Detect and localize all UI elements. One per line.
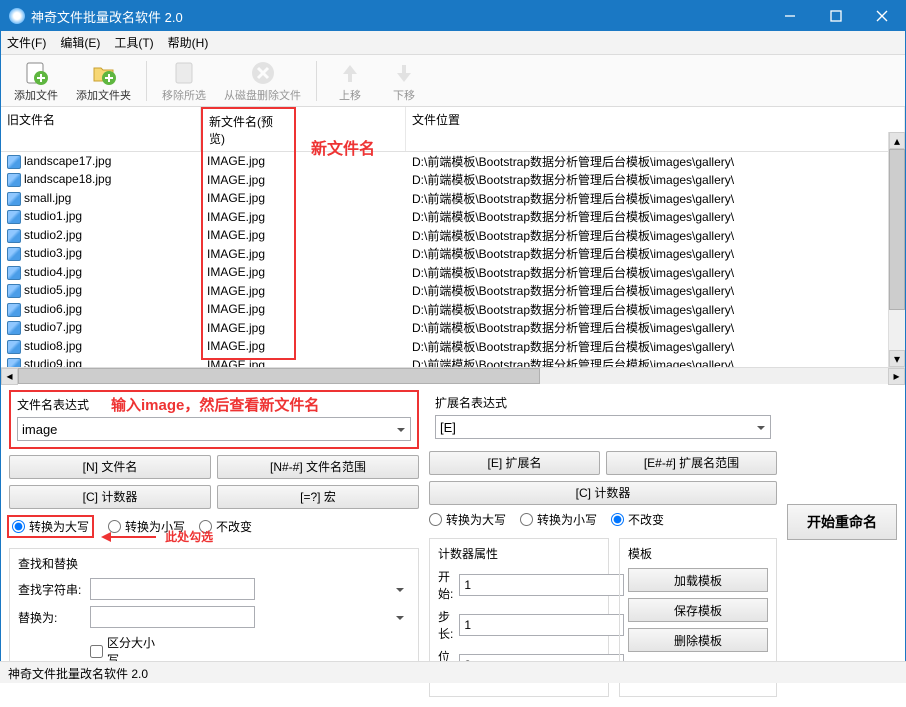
grid-body[interactable]: landscape17.jpgIMAGE.jpgD:\前端模板\Bootstra…: [1, 152, 905, 367]
table-row[interactable]: landscape17.jpgIMAGE.jpgD:\前端模板\Bootstra…: [1, 152, 888, 171]
titlebar: 神奇文件批量改名软件 2.0: [1, 1, 905, 31]
delete-icon: [249, 59, 277, 87]
up-icon: [336, 59, 364, 87]
remove-icon: [170, 59, 198, 87]
scroll-right-arrow[interactable]: ▸: [888, 368, 905, 385]
menubar: 文件(F) 编辑(E) 工具(T) 帮助(H): [1, 31, 905, 55]
btn-n-range[interactable]: [N#-#] 文件名范围: [217, 455, 419, 479]
grid-header: 旧文件名 新文件名(预览) 文件位置: [1, 107, 905, 152]
toolbar: 添加文件 添加文件夹 移除所选 从磁盘删除文件 上移 下移: [1, 55, 905, 107]
col-location[interactable]: 文件位置: [406, 107, 905, 151]
ext-radio-upper[interactable]: 转换为大写: [429, 511, 506, 528]
statusbar: 神奇文件批量改名软件 2.0: [0, 661, 906, 683]
remove-selected-button[interactable]: 移除所选: [155, 56, 213, 106]
find-input[interactable]: [90, 578, 255, 600]
col-annotation: [296, 107, 406, 151]
menu-edit[interactable]: 编辑(E): [60, 34, 100, 51]
app-icon: [9, 8, 25, 24]
table-row[interactable]: studio2.jpgIMAGE.jpgD:\前端模板\Bootstrap数据分…: [1, 226, 888, 245]
close-button[interactable]: [859, 1, 905, 31]
menu-tools[interactable]: 工具(T): [114, 34, 153, 51]
counter-start-input[interactable]: [459, 574, 624, 596]
col-new-name[interactable]: 新文件名(预览): [201, 107, 296, 151]
add-folder-label: 添加文件夹: [76, 87, 131, 103]
ext-radio-lower[interactable]: 转换为小写: [520, 511, 597, 528]
table-row[interactable]: studio7.jpgIMAGE.jpgD:\前端模板\Bootstrap数据分…: [1, 319, 888, 338]
menu-help[interactable]: 帮助(H): [168, 34, 209, 51]
table-row[interactable]: studio1.jpgIMAGE.jpgD:\前端模板\Bootstrap数据分…: [1, 208, 888, 227]
save-template-button[interactable]: 保存模板: [628, 598, 768, 622]
move-up-button[interactable]: 上移: [325, 56, 375, 106]
table-row[interactable]: studio4.jpgIMAGE.jpgD:\前端模板\Bootstrap数据分…: [1, 263, 888, 282]
btn-e-ext[interactable]: [E] 扩展名: [429, 451, 600, 475]
ext-radio-none[interactable]: 不改变: [611, 511, 664, 528]
bottom-pane: 文件名表达式 输入image，然后查看新文件名 [N] 文件名 [N#-#] 文…: [1, 384, 905, 707]
ext-case-radios: 转换为大写 转换为小写 不改变: [429, 511, 777, 528]
add-folder-button[interactable]: 添加文件夹: [69, 56, 138, 106]
annotation-check-here: 此处勾选: [101, 528, 213, 546]
table-row[interactable]: studio9.jpgIMAGE.jpgD:\前端模板\Bootstrap数据分…: [1, 356, 888, 368]
replace-label: 替换为:: [18, 609, 84, 626]
find-label: 查找字符串:: [18, 581, 84, 598]
file-grid[interactable]: 旧文件名 新文件名(预览) 文件位置 landscape17.jpgIMAGE.…: [1, 107, 905, 367]
template-title: 模板: [628, 545, 768, 562]
add-file-icon: [22, 59, 50, 87]
counter-title: 计数器属性: [438, 545, 600, 562]
table-row[interactable]: studio6.jpgIMAGE.jpgD:\前端模板\Bootstrap数据分…: [1, 300, 888, 319]
btn-macro[interactable]: [=?] 宏: [217, 485, 419, 509]
btn-ext-counter[interactable]: [C] 计数器: [429, 481, 777, 505]
filename-expression-group: 文件名表达式 输入image，然后查看新文件名: [9, 390, 419, 449]
ext-expr-label: 扩展名表达式: [435, 394, 771, 411]
radio-uppercase[interactable]: 转换为大写: [7, 515, 94, 538]
replace-input[interactable]: [90, 606, 255, 628]
extension-expression-group: 扩展名表达式: [429, 390, 777, 445]
table-row[interactable]: studio8.jpgIMAGE.jpgD:\前端模板\Bootstrap数据分…: [1, 337, 888, 356]
down-icon: [390, 59, 418, 87]
table-row[interactable]: studio5.jpgIMAGE.jpgD:\前端模板\Bootstrap数据分…: [1, 282, 888, 301]
start-rename-button[interactable]: 开始重命名: [787, 504, 897, 540]
counter-step-input[interactable]: [459, 614, 624, 636]
vertical-scrollbar[interactable]: ▴ ▾: [888, 132, 905, 367]
down-label: 下移: [393, 87, 415, 103]
add-file-label: 添加文件: [14, 87, 58, 103]
menu-file[interactable]: 文件(F): [7, 34, 46, 51]
scroll-left-arrow[interactable]: ◂: [1, 368, 18, 385]
search-replace-title: 查找和替换: [18, 555, 410, 572]
horizontal-scrollbar[interactable]: ◂ ▸: [1, 367, 905, 384]
filename-case-radios: 转换为大写 转换为小写 不改变: [9, 515, 419, 538]
load-template-button[interactable]: 加载模板: [628, 568, 768, 592]
remove-label: 移除所选: [162, 87, 206, 103]
delete-label: 从磁盘删除文件: [224, 87, 301, 103]
table-row[interactable]: landscape18.jpgIMAGE.jpgD:\前端模板\Bootstra…: [1, 171, 888, 190]
table-row[interactable]: small.jpgIMAGE.jpgD:\前端模板\Bootstrap数据分析管…: [1, 189, 888, 208]
scroll-up-arrow[interactable]: ▴: [889, 132, 905, 149]
add-folder-icon: [90, 59, 118, 87]
hscroll-thumb[interactable]: [18, 368, 540, 384]
btn-c-counter[interactable]: [C] 计数器: [9, 485, 211, 509]
delete-from-disk-button[interactable]: 从磁盘删除文件: [217, 56, 308, 106]
move-down-button[interactable]: 下移: [379, 56, 429, 106]
add-file-button[interactable]: 添加文件: [7, 56, 65, 106]
col-old-name[interactable]: 旧文件名: [1, 107, 201, 151]
btn-e-range[interactable]: [E#-#] 扩展名范围: [606, 451, 777, 475]
maximize-button[interactable]: [813, 1, 859, 31]
btn-n-filename[interactable]: [N] 文件名: [9, 455, 211, 479]
filename-expr-label: 文件名表达式: [17, 396, 411, 413]
delete-template-button[interactable]: 删除模板: [628, 628, 768, 652]
scroll-thumb[interactable]: [889, 149, 905, 310]
scroll-down-arrow[interactable]: ▾: [889, 350, 905, 367]
table-row[interactable]: studio3.jpgIMAGE.jpgD:\前端模板\Bootstrap数据分…: [1, 245, 888, 264]
ext-expr-input[interactable]: [435, 415, 771, 439]
filename-expr-input[interactable]: [17, 417, 411, 441]
up-label: 上移: [339, 87, 361, 103]
window-title: 神奇文件批量改名软件 2.0: [31, 7, 767, 26]
minimize-button[interactable]: [767, 1, 813, 31]
